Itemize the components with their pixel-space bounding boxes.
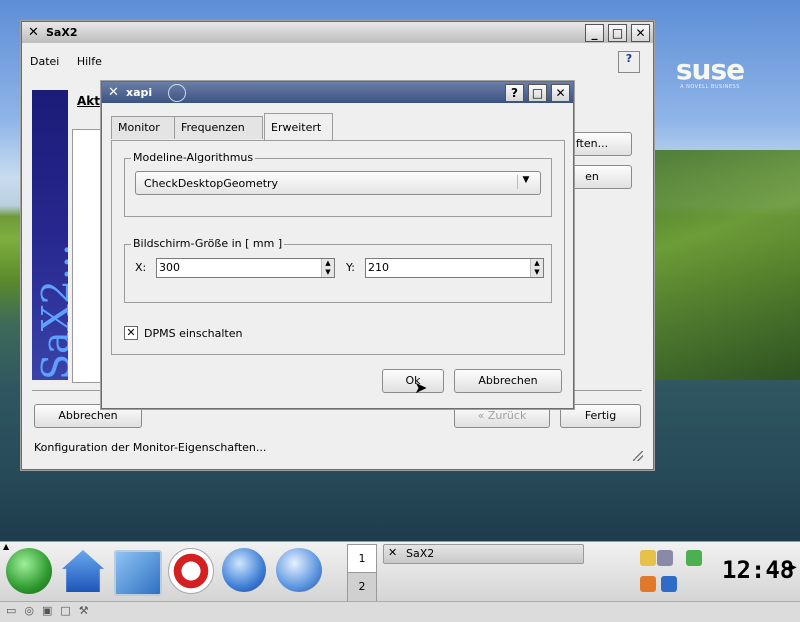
- task-label: SaX2: [406, 547, 435, 560]
- sticky-icon[interactable]: [168, 84, 186, 102]
- tab-frequenzen-label: Frequenzen: [181, 121, 245, 134]
- dialog-cancel-label: Abbrechen: [478, 374, 538, 387]
- menu-datei[interactable]: Datei: [30, 55, 59, 68]
- screen-size-group: Bildschirm-Größe in [ mm ] X: 300 ▲ ▼ Y: …: [124, 237, 552, 303]
- tab-monitor-label: Monitor: [118, 121, 160, 134]
- kde-panel: 1 2 ✕ SaX2 12:48 ▶ ▲: [0, 541, 800, 602]
- pager-desktop-2[interactable]: 2: [348, 573, 376, 601]
- window-menu-icon[interactable]: ✕: [108, 85, 119, 100]
- modeline-group-title: Modeline-Algorithmus: [131, 151, 256, 164]
- whats-this-button[interactable]: ?: [618, 51, 640, 73]
- dropdown-arrow-icon[interactable]: ▼: [517, 175, 534, 189]
- sax2-titlebar[interactable]: ✕ SaX2 _ □ ✕: [22, 22, 653, 43]
- spin-arrows-icon[interactable]: ▲ ▼: [530, 259, 543, 277]
- minimize-icon[interactable]: _: [585, 24, 604, 42]
- xapi-dialog: ✕ xapi ? □ ✕ Monitor Frequenzen Erweiter…: [101, 81, 574, 409]
- suse-menu-icon[interactable]: [6, 548, 52, 594]
- desktop-preferences-icon[interactable]: [114, 550, 162, 596]
- bottom-panel-icons[interactable]: ▭◎▣□⚒: [6, 604, 97, 617]
- pager-desktop-1[interactable]: 1: [348, 545, 376, 573]
- x-spinbox[interactable]: 300 ▲ ▼: [156, 258, 335, 278]
- tab-monitor[interactable]: Monitor: [111, 116, 179, 139]
- help-icon[interactable]: ?: [505, 84, 524, 102]
- x-label: X:: [135, 261, 147, 274]
- sax2-title: SaX2: [46, 26, 78, 39]
- y-spinbox[interactable]: 210 ▲ ▼: [365, 258, 544, 278]
- tab-erweitert[interactable]: Erweitert: [264, 113, 333, 140]
- y-spinbox-value: 210: [368, 261, 389, 274]
- sax2-heading: Akt: [77, 94, 101, 108]
- printer-icon[interactable]: [657, 550, 673, 566]
- info-icon[interactable]: [661, 576, 677, 592]
- xapi-title: xapi: [126, 86, 153, 99]
- ok-button[interactable]: Ok: [382, 369, 444, 393]
- x-spinbox-value: 300: [159, 261, 180, 274]
- screen-size-group-title: Bildschirm-Größe in [ mm ]: [131, 237, 285, 250]
- panel-arrow-icon[interactable]: ▶: [789, 562, 797, 573]
- konqueror-globe-icon[interactable]: [222, 548, 266, 592]
- sax2-content-panel: [72, 129, 104, 383]
- resize-grip-icon[interactable]: [633, 451, 643, 461]
- klipper-icon[interactable]: [640, 550, 656, 566]
- y-label: Y:: [346, 261, 355, 274]
- dpms-label: DPMS einschalten: [144, 327, 243, 340]
- taskbar-task-sax2[interactable]: ✕ SaX2: [383, 544, 584, 564]
- tab-erweitert-label: Erweitert: [271, 121, 322, 134]
- clock[interactable]: 12:48: [722, 556, 794, 584]
- sax2-sidebar-text: SaX2...: [34, 243, 68, 380]
- modeline-select[interactable]: CheckDesktopGeometry ▼: [135, 171, 541, 195]
- menu-hilfe[interactable]: Hilfe: [77, 55, 102, 68]
- update-icon[interactable]: [640, 576, 656, 592]
- tab-panel: Modeline-Algorithmus CheckDesktopGeometr…: [111, 140, 565, 355]
- bottom-panel: ▭◎▣□⚒: [0, 601, 800, 622]
- tab-frequenzen[interactable]: Frequenzen: [174, 116, 263, 139]
- mail-calendar-icon[interactable]: [276, 548, 322, 592]
- network-icon[interactable]: [686, 550, 702, 566]
- suse-logo: suse A NOVELL BUSINESS: [662, 46, 758, 106]
- sax2-sidebar: SaX2...: [32, 90, 68, 380]
- xapi-titlebar[interactable]: ✕ xapi ? □ ✕: [102, 82, 573, 103]
- close-icon[interactable]: ✕: [631, 24, 650, 42]
- suse-logo-text: suse: [675, 53, 745, 86]
- tab-bar: Monitor Frequenzen Erweitert: [111, 113, 563, 140]
- modeline-select-value: CheckDesktopGeometry: [144, 177, 279, 190]
- home-folder-icon[interactable]: [62, 550, 104, 592]
- menubar: Datei Hilfe: [30, 55, 102, 68]
- window-menu-icon[interactable]: ✕: [28, 25, 39, 40]
- modeline-group: Modeline-Algorithmus CheckDesktopGeometr…: [124, 151, 552, 217]
- desktop-pager: 1 2: [347, 544, 377, 602]
- mouse-cursor-icon: ➤: [414, 378, 428, 397]
- task-app-icon: ✕: [388, 546, 398, 559]
- maximize-icon[interactable]: □: [528, 84, 547, 102]
- panel-left-arrow-icon[interactable]: ▲: [3, 542, 9, 551]
- spin-arrows-icon[interactable]: ▲ ▼: [321, 259, 334, 277]
- sax2-status-text: Konfiguration der Monitor-Eigenschaften.…: [34, 441, 267, 454]
- maximize-icon[interactable]: □: [608, 24, 627, 42]
- help-lifebuoy-icon[interactable]: [168, 548, 214, 594]
- dpms-checkbox[interactable]: ✕: [124, 326, 138, 340]
- close-icon[interactable]: ✕: [551, 84, 570, 102]
- sax2-cancel-label: Abbrechen: [58, 409, 118, 422]
- dialog-cancel-button[interactable]: Abbrechen: [454, 369, 562, 393]
